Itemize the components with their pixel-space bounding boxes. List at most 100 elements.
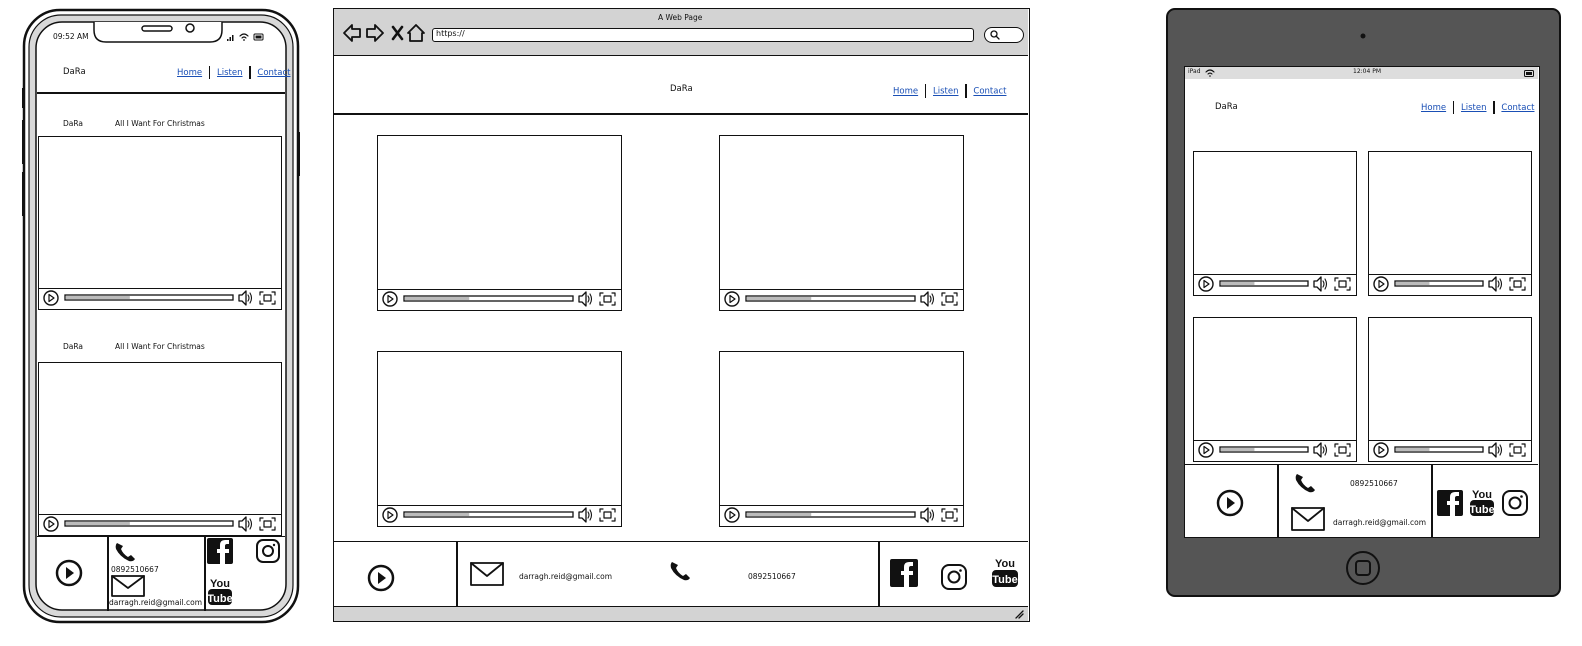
mail-icon[interactable] [111,575,145,597]
speaker-icon[interactable] [1313,442,1328,458]
browser-window: A Web Page https:// DaRa Home Listen Con… [333,8,1030,622]
browser-nav-icons [343,24,425,42]
play-button-icon[interactable] [43,290,59,306]
phone-video-2-title: All I Want For Christmas [115,342,205,351]
video-controls [1369,440,1531,461]
tablet-video-2[interactable] [1368,151,1532,296]
browser-window-title: A Web Page [658,13,703,22]
play-button-icon[interactable] [1373,442,1389,458]
phone-nav-listen[interactable]: Listen [217,68,242,78]
phone-nav-home[interactable]: Home [177,68,202,78]
video-controls [39,514,281,535]
mail-icon[interactable] [1291,507,1325,531]
fullscreen-icon[interactable] [941,292,958,306]
signal-icon [227,35,234,41]
browser-video-4[interactable] [719,351,964,527]
play-button-icon[interactable] [1198,276,1214,292]
nav-divider [1493,101,1495,114]
speaker-icon[interactable] [238,290,253,306]
tablet-nav-home[interactable]: Home [1421,103,1446,113]
svg-text:Tube: Tube [1469,504,1494,516]
resize-grip-icon[interactable] [1014,609,1024,619]
browser-search-button[interactable] [984,27,1024,43]
fullscreen-icon[interactable] [1334,277,1351,291]
fullscreen-icon[interactable] [1334,443,1351,457]
instagram-icon[interactable] [255,538,281,564]
youtube-icon[interactable]: You Tube [991,555,1019,589]
wifi-icon [239,33,249,41]
speaker-icon[interactable] [578,291,593,307]
seek-progress [1221,282,1255,285]
speaker-icon[interactable] [238,516,253,532]
fullscreen-icon[interactable] [1509,443,1526,457]
phone-nav: Home Listen Contact [177,66,290,79]
phone-video-1-title: All I Want For Christmas [115,119,205,128]
fullscreen-icon[interactable] [599,292,616,306]
play-button-icon[interactable] [382,291,398,307]
video-control-bar [1198,276,1351,292]
instagram-icon[interactable] [1501,489,1529,517]
speaker-icon[interactable] [578,507,593,523]
tablet-video-1[interactable] [1193,151,1357,296]
speaker-icon[interactable] [1488,276,1503,292]
tablet-footer: 0892510667 darragh.reid@gmail.com You Tub… [1185,464,1538,538]
video-controls [378,289,621,310]
fullscreen-icon[interactable] [599,508,616,522]
svg-text:Tube: Tube [992,574,1017,586]
facebook-icon[interactable] [1437,490,1463,516]
speaker-icon[interactable] [1313,276,1328,292]
phone-icon[interactable] [1293,471,1319,497]
tablet-contact-email: darragh.reid@gmail.com [1333,518,1426,527]
play-button-icon[interactable] [382,507,398,523]
phone-nav-contact[interactable]: Contact [257,68,290,78]
tablet-nav-listen[interactable]: Listen [1461,103,1486,113]
fullscreen-icon[interactable] [259,291,276,305]
seek-progress [66,296,130,299]
facebook-icon[interactable] [890,559,918,587]
play-circle-icon[interactable] [367,564,395,592]
play-button-icon[interactable] [724,291,740,307]
browser-video-1[interactable] [377,135,622,311]
seek-progress [1396,448,1430,451]
browser-video-2[interactable] [719,135,964,311]
browser-nav-listen[interactable]: Listen [933,87,958,97]
fullscreen-icon[interactable] [259,517,276,531]
play-button-icon[interactable] [724,507,740,523]
phone-video-1[interactable] [38,136,282,310]
video-control-bar [1198,442,1351,458]
phone-video-2[interactable] [38,362,282,536]
speaker-icon[interactable] [920,507,935,523]
video-control-bar [724,291,958,307]
browser-nav-contact[interactable]: Contact [973,87,1006,97]
youtube-icon[interactable]: You Tube [207,575,233,607]
browser-statusbar [334,606,1028,621]
tablet-nav: Home Listen Contact [1421,101,1534,114]
play-button-icon[interactable] [1373,276,1389,292]
browser-video-3[interactable] [377,351,622,527]
mail-icon[interactable] [470,562,504,586]
play-circle-icon[interactable] [55,559,83,587]
video-control-bar [1373,276,1526,292]
phone-status-icons [227,33,264,41]
video-controls [378,505,621,526]
address-bar[interactable]: https:// [432,28,974,42]
youtube-icon[interactable]: You Tube [1469,486,1495,518]
speaker-icon[interactable] [920,291,935,307]
play-button-icon[interactable] [43,516,59,532]
tablet-status-device: iPad [1188,68,1201,75]
instagram-icon[interactable] [940,563,968,591]
phone-icon[interactable] [113,540,137,564]
tablet-nav-contact[interactable]: Contact [1501,103,1534,113]
speaker-icon[interactable] [1488,442,1503,458]
footer-divider [1431,465,1433,538]
tablet-video-4[interactable] [1368,317,1532,462]
fullscreen-icon[interactable] [1509,277,1526,291]
tablet-video-3[interactable] [1193,317,1357,462]
back-arrow-icon [343,24,361,42]
play-button-icon[interactable] [1198,442,1214,458]
phone-icon[interactable] [668,559,694,585]
facebook-icon[interactable] [207,538,233,564]
fullscreen-icon[interactable] [941,508,958,522]
browser-nav-home[interactable]: Home [893,87,918,97]
play-circle-icon[interactable] [1216,489,1244,517]
